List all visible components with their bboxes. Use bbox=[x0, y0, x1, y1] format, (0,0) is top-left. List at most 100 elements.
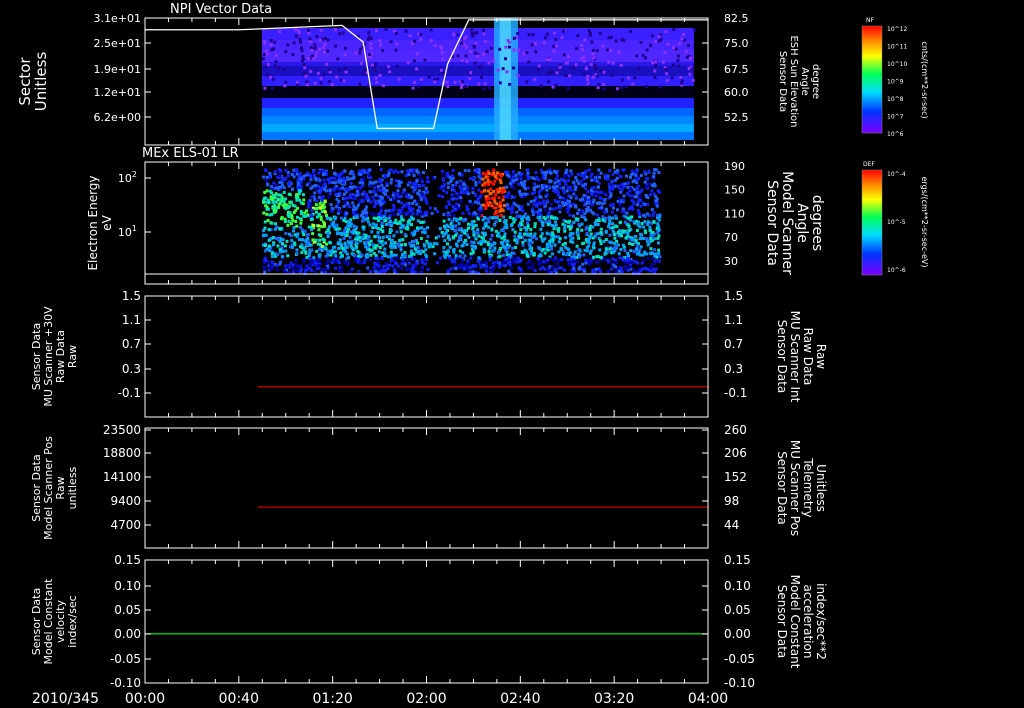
heatmap-cell bbox=[483, 189, 487, 193]
heatmap-cell bbox=[373, 225, 377, 229]
heatmap-cell bbox=[533, 182, 537, 186]
heatmap-cell bbox=[284, 232, 288, 236]
heatmap-cell bbox=[378, 270, 382, 274]
heatmap-cell bbox=[676, 54, 680, 58]
heatmap-cell bbox=[416, 209, 420, 213]
heatmap-cell bbox=[354, 237, 358, 241]
heatmap-cell bbox=[424, 254, 428, 258]
heatmap-cell bbox=[367, 31, 371, 35]
heatmap-cell bbox=[561, 222, 565, 226]
heatmap-cell bbox=[348, 193, 352, 197]
heatmap-cell bbox=[567, 179, 571, 183]
heatmap-cell bbox=[462, 263, 466, 267]
heatmap-cell bbox=[277, 205, 281, 209]
heatmap-cell bbox=[267, 198, 271, 202]
heatmap-cell bbox=[310, 214, 314, 218]
heatmap-cell bbox=[584, 259, 588, 263]
heatmap-cell bbox=[487, 172, 491, 176]
heatmap-cell bbox=[273, 40, 277, 44]
heatmap-cell bbox=[495, 216, 499, 220]
heatmap-cell bbox=[427, 75, 431, 79]
heatmap-cell bbox=[276, 237, 280, 241]
heatmap-cell bbox=[265, 175, 269, 179]
time-tick-label: 01:20 bbox=[312, 691, 352, 707]
heatmap-cell bbox=[379, 43, 383, 47]
heatmap-cell bbox=[337, 68, 341, 72]
heatmap-cell bbox=[362, 227, 366, 231]
heatmap-cell bbox=[411, 264, 415, 268]
heatmap-cell bbox=[556, 229, 560, 233]
heatmap-cell bbox=[520, 205, 524, 209]
heatmap-cell bbox=[494, 193, 498, 197]
heatmap-cell bbox=[372, 216, 376, 220]
heatmap-cell bbox=[527, 33, 531, 37]
heatmap-cell bbox=[393, 169, 397, 173]
heatmap-cell bbox=[497, 251, 501, 255]
heatmap-cell bbox=[295, 172, 299, 176]
heatmap-band bbox=[261, 132, 694, 140]
heatmap-cell bbox=[643, 203, 647, 207]
heatmap-cell bbox=[620, 78, 624, 82]
heatmap-cell bbox=[394, 48, 398, 52]
heatmap-cell bbox=[299, 269, 303, 273]
heatmap-cell bbox=[435, 261, 439, 265]
heatmap-cell bbox=[364, 217, 368, 221]
heatmap-cell bbox=[516, 32, 520, 36]
heatmap-cell bbox=[611, 202, 615, 206]
heatmap-cell bbox=[574, 205, 578, 209]
heatmap-cell bbox=[310, 268, 314, 272]
heatmap-cell bbox=[306, 232, 310, 236]
heatmap-cell bbox=[485, 265, 489, 269]
heatmap-cell bbox=[581, 184, 585, 188]
heatmap-cell bbox=[326, 250, 330, 254]
heatmap-cell bbox=[464, 228, 468, 232]
heatmap-cell bbox=[301, 54, 305, 58]
heatmap-cell bbox=[574, 185, 578, 189]
heatmap-cell bbox=[342, 236, 346, 240]
heatmap-cell bbox=[378, 73, 382, 77]
heatmap-cell bbox=[407, 219, 411, 223]
heatmap-cell bbox=[576, 231, 580, 235]
heatmap-cell bbox=[635, 247, 639, 251]
heatmap-cell bbox=[587, 241, 591, 245]
heatmap-cell bbox=[315, 35, 319, 39]
heatmap-cell bbox=[558, 206, 562, 210]
heatmap-cell bbox=[300, 212, 304, 216]
heatmap-cell bbox=[368, 248, 372, 252]
heatmap-cell bbox=[463, 169, 467, 173]
heatmap-cell bbox=[629, 249, 633, 253]
heatmap-cell bbox=[317, 264, 321, 268]
heatmap-cell bbox=[526, 174, 530, 178]
heatmap-cell bbox=[576, 227, 580, 231]
heatmap-cell bbox=[533, 42, 537, 46]
heatmap-cell bbox=[532, 191, 536, 195]
heatmap-cell bbox=[452, 188, 456, 192]
heatmap-cell bbox=[263, 65, 267, 69]
heatmap-cell bbox=[627, 241, 631, 245]
heatmap-cell bbox=[560, 266, 564, 270]
heatmap-cell bbox=[502, 261, 506, 265]
heatmap-cell bbox=[392, 203, 396, 207]
heatmap-cell bbox=[651, 262, 655, 266]
heatmap-cell bbox=[528, 239, 532, 243]
heatmap-cell bbox=[545, 188, 549, 192]
heatmap-cell bbox=[646, 202, 650, 206]
heatmap-cell bbox=[536, 203, 540, 207]
time-tick-label: 03:20 bbox=[594, 691, 634, 707]
heatmap-cell bbox=[653, 237, 657, 241]
heatmap-cell bbox=[467, 212, 471, 216]
heatmap-cell bbox=[337, 208, 341, 212]
heatmap-cell bbox=[557, 266, 561, 270]
heatmap-cell bbox=[392, 258, 396, 262]
heatmap-cell bbox=[357, 258, 361, 262]
heatmap-cell bbox=[413, 184, 417, 188]
heatmap-cell bbox=[493, 263, 497, 267]
y2-tick-label: 0.10 bbox=[724, 579, 751, 593]
heatmap-cell bbox=[417, 192, 421, 196]
heatmap-cell bbox=[654, 39, 658, 43]
y-tick-label: -0.1 bbox=[118, 386, 141, 400]
heatmap-cell bbox=[555, 71, 559, 75]
y-axis-label: Unitless bbox=[32, 52, 50, 112]
heatmap-cell bbox=[287, 192, 291, 196]
heatmap-cell bbox=[532, 188, 536, 192]
